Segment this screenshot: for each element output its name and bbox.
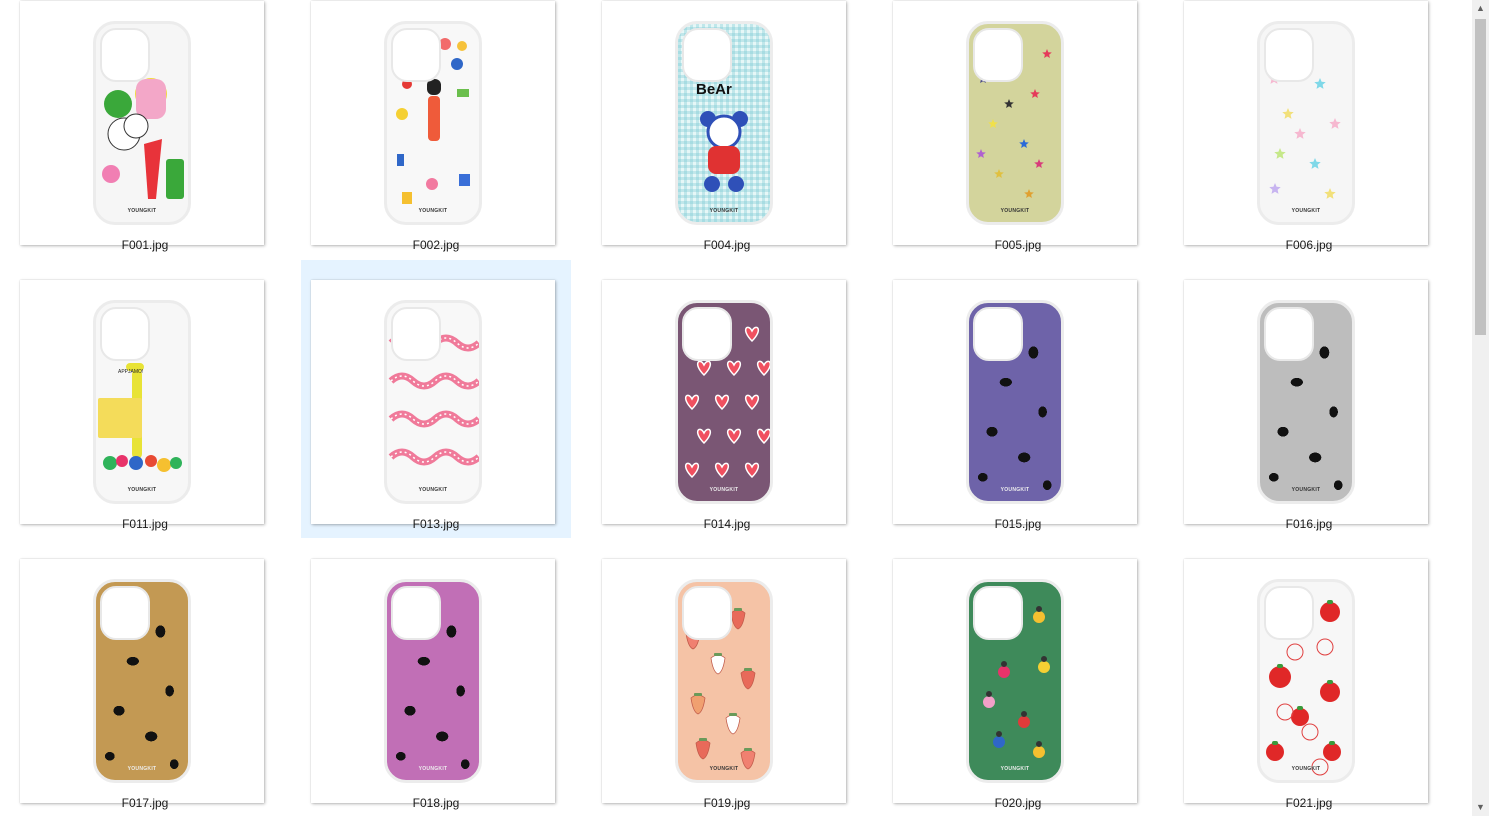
file-name-label: F013.jpg <box>412 517 460 531</box>
file-name-label: F011.jpg <box>122 517 168 531</box>
brand-mark: YOUNGKIT <box>418 208 448 214</box>
camera-cutout <box>391 307 441 361</box>
svg-text:BeAr: BeAr <box>696 81 732 98</box>
brand-mark: YOUNGKIT <box>127 487 157 493</box>
scroll-down-arrow-icon[interactable]: ▼ <box>1472 799 1489 816</box>
file-item[interactable]: YOUNGKIT F005.jpg <box>883 0 1153 259</box>
camera-cutout <box>391 586 441 640</box>
scroll-up-arrow-icon[interactable]: ▲ <box>1472 0 1489 17</box>
brand-mark: YOUNGKIT <box>127 208 157 214</box>
file-thumbnail[interactable]: YOUNGKIT <box>20 1 264 245</box>
file-thumbnail[interactable]: YOUNGKIT <box>311 559 555 803</box>
phone-case-image: YOUNGKIT <box>675 579 773 783</box>
phone-case-image: YOUNGKIT <box>93 579 191 783</box>
file-name-label: F021.jpg <box>1285 796 1333 810</box>
camera-cutout <box>973 586 1023 640</box>
scrollbar-thumb[interactable] <box>1475 19 1486 335</box>
file-name-label: F006.jpg <box>1285 238 1333 252</box>
camera-cutout <box>682 307 732 361</box>
camera-cutout <box>100 586 150 640</box>
file-thumbnail[interactable]: YOUNGKIT <box>311 1 555 245</box>
file-item[interactable]: YOUNGKIT F017.jpg <box>10 539 280 816</box>
file-name-label: F014.jpg <box>703 517 751 531</box>
phone-case-image: YOUNGKIT <box>384 21 482 225</box>
phone-case-image: YOUNGKIT <box>675 300 773 504</box>
file-thumbnail[interactable]: YOUNGKIT <box>602 559 846 803</box>
camera-cutout <box>973 307 1023 361</box>
phone-case-image: YOUNGKIT <box>966 300 1064 504</box>
brand-mark: YOUNGKIT <box>709 208 739 214</box>
file-item[interactable]: BeAr YOUNGKIT F004.jpg <box>592 0 862 259</box>
camera-cutout <box>391 28 441 82</box>
file-thumbnail[interactable]: YOUNGKIT <box>893 1 1137 245</box>
camera-cutout <box>973 28 1023 82</box>
camera-cutout <box>1264 28 1314 82</box>
file-thumbnail[interactable]: BeAr YOUNGKIT <box>602 1 846 245</box>
phone-case-image: YOUNGKIT <box>1257 21 1355 225</box>
file-item[interactable]: YOUNGKIT F015.jpg <box>883 260 1153 538</box>
brand-mark: YOUNGKIT <box>1291 208 1321 214</box>
camera-cutout <box>100 28 150 82</box>
brand-mark: YOUNGKIT <box>418 766 448 772</box>
file-thumbnail[interactable]: YOUNGKIT <box>893 280 1137 524</box>
file-item[interactable]: YOUNGKIT F013.jpg <box>301 260 571 538</box>
phone-case-image: YOUNGKIT <box>966 21 1064 225</box>
file-thumbnail[interactable]: YOUNGKIT <box>311 280 555 524</box>
camera-cutout <box>1264 586 1314 640</box>
brand-mark: YOUNGKIT <box>127 766 157 772</box>
phone-case-image: YOUNGKIT <box>384 300 482 504</box>
file-name-label: F005.jpg <box>994 238 1042 252</box>
brand-mark: YOUNGKIT <box>709 487 739 493</box>
camera-cutout <box>1264 307 1314 361</box>
file-item[interactable]: YOUNGKIT F006.jpg <box>1174 0 1444 259</box>
file-item[interactable]: YOUNGKIT F021.jpg <box>1174 539 1444 816</box>
file-item[interactable]: YOUNGKIT F014.jpg <box>592 260 862 538</box>
brand-mark: YOUNGKIT <box>1000 766 1030 772</box>
file-thumbnail[interactable]: YOUNGKIT <box>1184 559 1428 803</box>
file-name-label: F004.jpg <box>703 238 751 252</box>
phone-case-image: YOUNGKIT <box>93 21 191 225</box>
camera-cutout <box>682 28 732 82</box>
file-name-label: F016.jpg <box>1285 517 1333 531</box>
file-name-label: F015.jpg <box>994 517 1042 531</box>
phone-case-image: YOUNGKIT <box>1257 300 1355 504</box>
phone-case-image: APPJAMO! YOUNGKIT <box>93 300 191 504</box>
file-name-label: F001.jpg <box>121 238 169 252</box>
file-name-label: F018.jpg <box>412 796 460 810</box>
file-thumbnail-grid: YOUNGKIT F001.jpg YOUNGKIT F002.jpg BeAr YOUN… <box>0 0 1472 816</box>
brand-mark: YOUNGKIT <box>1000 208 1030 214</box>
file-thumbnail[interactable]: APPJAMO! YOUNGKIT <box>20 280 264 524</box>
file-name-label: F020.jpg <box>994 796 1042 810</box>
file-item[interactable]: YOUNGKIT F002.jpg <box>301 0 571 259</box>
file-name-label: F017.jpg <box>121 796 169 810</box>
vertical-scrollbar[interactable]: ▲ ▼ <box>1472 0 1489 816</box>
phone-case-image: YOUNGKIT <box>384 579 482 783</box>
file-item[interactable]: YOUNGKIT F001.jpg <box>10 0 280 259</box>
file-name-label: F002.jpg <box>412 238 460 252</box>
brand-mark: YOUNGKIT <box>418 487 448 493</box>
file-thumbnail[interactable]: YOUNGKIT <box>1184 280 1428 524</box>
brand-mark: YOUNGKIT <box>1291 766 1321 772</box>
file-name-label: F019.jpg <box>703 796 751 810</box>
file-thumbnail[interactable]: YOUNGKIT <box>1184 1 1428 245</box>
file-item[interactable]: APPJAMO! YOUNGKIT F011.jpg <box>10 260 280 538</box>
brand-mark: YOUNGKIT <box>709 766 739 772</box>
file-thumbnail[interactable]: YOUNGKIT <box>20 559 264 803</box>
file-item[interactable]: YOUNGKIT F020.jpg <box>883 539 1153 816</box>
file-item[interactable]: YOUNGKIT F018.jpg <box>301 539 571 816</box>
phone-case-image: BeAr YOUNGKIT <box>675 21 773 225</box>
file-item[interactable]: YOUNGKIT F019.jpg <box>592 539 862 816</box>
file-item[interactable]: YOUNGKIT F016.jpg <box>1174 260 1444 538</box>
phone-case-image: YOUNGKIT <box>966 579 1064 783</box>
file-thumbnail[interactable]: YOUNGKIT <box>893 559 1137 803</box>
svg-text:APPJAMO!: APPJAMO! <box>118 369 143 375</box>
file-thumbnail[interactable]: YOUNGKIT <box>602 280 846 524</box>
camera-cutout <box>100 307 150 361</box>
brand-mark: YOUNGKIT <box>1000 487 1030 493</box>
phone-case-image: YOUNGKIT <box>1257 579 1355 783</box>
camera-cutout <box>682 586 732 640</box>
brand-mark: YOUNGKIT <box>1291 487 1321 493</box>
